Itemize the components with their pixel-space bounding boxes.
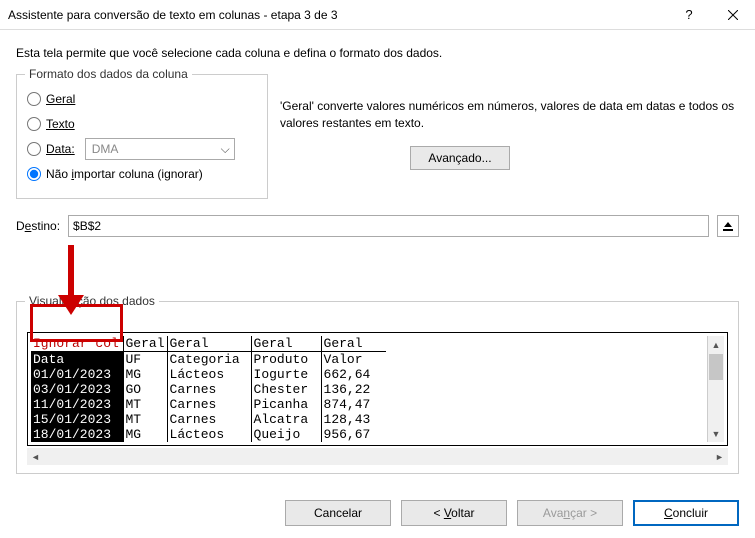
- table-cell: Alcatra: [251, 412, 321, 427]
- format-description-area: 'Geral' converte valores numéricos em nú…: [280, 74, 739, 170]
- radio-text-label[interactable]: Texto: [46, 117, 75, 131]
- table-row: 15/01/2023MTCarnesAlcatra128,43: [31, 412, 386, 427]
- table-cell: Data: [31, 352, 123, 368]
- wizard-button-row: Cancelar < Voltar Avançar > Concluir: [0, 484, 755, 536]
- chevron-down-icon: ⌵: [221, 142, 230, 157]
- collapse-icon: [722, 220, 734, 232]
- table-cell: 15/01/2023: [31, 412, 123, 427]
- destination-label: Destino:: [16, 219, 60, 233]
- cancel-button[interactable]: Cancelar: [285, 500, 391, 526]
- table-row: 18/01/2023MGLácteosQueijo956,67: [31, 427, 386, 442]
- table-cell: 18/01/2023: [31, 427, 123, 442]
- table-row: DataUFCategoriaProdutoValor: [31, 352, 386, 368]
- radio-skip-label[interactable]: Não importar coluna (ignorar): [46, 167, 203, 181]
- radio-date[interactable]: [27, 142, 41, 156]
- annotation-overlay: [16, 245, 739, 301]
- radio-general-label[interactable]: Geral: [46, 92, 75, 106]
- radio-skip[interactable]: [27, 167, 41, 181]
- table-cell: 874,47: [321, 397, 386, 412]
- table-cell: Produto: [251, 352, 321, 368]
- table-cell: 11/01/2023: [31, 397, 123, 412]
- preview-legend: Visualização dos dados: [25, 294, 159, 308]
- radio-skip-text: Não importar coluna (ignorar): [46, 167, 203, 181]
- close-icon: [728, 10, 738, 20]
- table-cell: Carnes: [167, 412, 251, 427]
- preview-col-header[interactable]: Geral: [321, 336, 386, 352]
- table-cell: Carnes: [167, 382, 251, 397]
- collapse-dialog-button[interactable]: [717, 215, 739, 237]
- table-cell: 662,64: [321, 367, 386, 382]
- preview-vscrollbar[interactable]: ▲ ▼: [707, 336, 724, 442]
- table-cell: Iogurte: [251, 367, 321, 382]
- preview-col-header[interactable]: Geral: [251, 336, 321, 352]
- help-button[interactable]: ?: [667, 0, 711, 30]
- preview-table[interactable]: Ignorar col Geral Geral Geral Geral Data…: [31, 336, 386, 442]
- back-button[interactable]: < Voltar: [401, 500, 507, 526]
- close-button[interactable]: [711, 0, 755, 30]
- table-cell: GO: [123, 382, 167, 397]
- preview-col-header[interactable]: Ignorar col: [31, 336, 123, 352]
- scroll-thumb[interactable]: [709, 354, 723, 380]
- table-cell: Chester: [251, 382, 321, 397]
- table-cell: MG: [123, 427, 167, 442]
- help-icon: ?: [685, 7, 692, 22]
- radio-text[interactable]: [27, 117, 41, 131]
- table-cell: MT: [123, 412, 167, 427]
- preview-hscrollbar[interactable]: ◄ ►: [27, 448, 728, 465]
- table-cell: 128,43: [321, 412, 386, 427]
- intro-text: Esta tela permite que você selecione cad…: [16, 46, 739, 60]
- scroll-right-icon[interactable]: ►: [711, 448, 728, 465]
- column-format-group: Formato dos dados da coluna Geral Texto …: [16, 74, 268, 199]
- table-cell: Queijo: [251, 427, 321, 442]
- table-cell: Valor: [321, 352, 386, 368]
- preview-group: Visualização dos dados Ignorar col Geral…: [16, 301, 739, 474]
- table-row: 01/01/2023MGLácteosIogurte662,64: [31, 367, 386, 382]
- table-cell: Picanha: [251, 397, 321, 412]
- table-cell: UF: [123, 352, 167, 368]
- table-cell: MG: [123, 367, 167, 382]
- table-cell: Lácteos: [167, 367, 251, 382]
- scroll-up-icon[interactable]: ▲: [708, 336, 725, 353]
- destination-input[interactable]: [68, 215, 709, 237]
- table-row: 03/01/2023GOCarnesChester136,22: [31, 382, 386, 397]
- table-row: 11/01/2023MTCarnesPicanha874,47: [31, 397, 386, 412]
- next-button: Avançar >: [517, 500, 623, 526]
- radio-general[interactable]: [27, 92, 41, 106]
- window-title: Assistente para conversão de texto em co…: [8, 8, 667, 22]
- scroll-left-icon[interactable]: ◄: [27, 448, 44, 465]
- column-format-legend: Formato dos dados da coluna: [25, 67, 192, 81]
- preview-col-header[interactable]: Geral: [167, 336, 251, 352]
- table-cell: Categoria: [167, 352, 251, 368]
- format-description: 'Geral' converte valores numéricos em nú…: [280, 98, 739, 132]
- date-format-value: DMA: [92, 142, 119, 156]
- finish-button[interactable]: Concluir: [633, 500, 739, 526]
- table-cell: 136,22: [321, 382, 386, 397]
- table-cell: MT: [123, 397, 167, 412]
- preview-col-header[interactable]: Geral: [123, 336, 167, 352]
- radio-date-label[interactable]: Data:: [46, 142, 75, 156]
- advanced-button[interactable]: Avançado...: [410, 146, 510, 170]
- table-cell: 03/01/2023: [31, 382, 123, 397]
- table-cell: 01/01/2023: [31, 367, 123, 382]
- table-cell: Carnes: [167, 397, 251, 412]
- scroll-down-icon[interactable]: ▼: [708, 425, 725, 442]
- titlebar: Assistente para conversão de texto em co…: [0, 0, 755, 30]
- date-format-select[interactable]: DMA ⌵: [85, 138, 235, 160]
- table-cell: 956,67: [321, 427, 386, 442]
- table-cell: Lácteos: [167, 427, 251, 442]
